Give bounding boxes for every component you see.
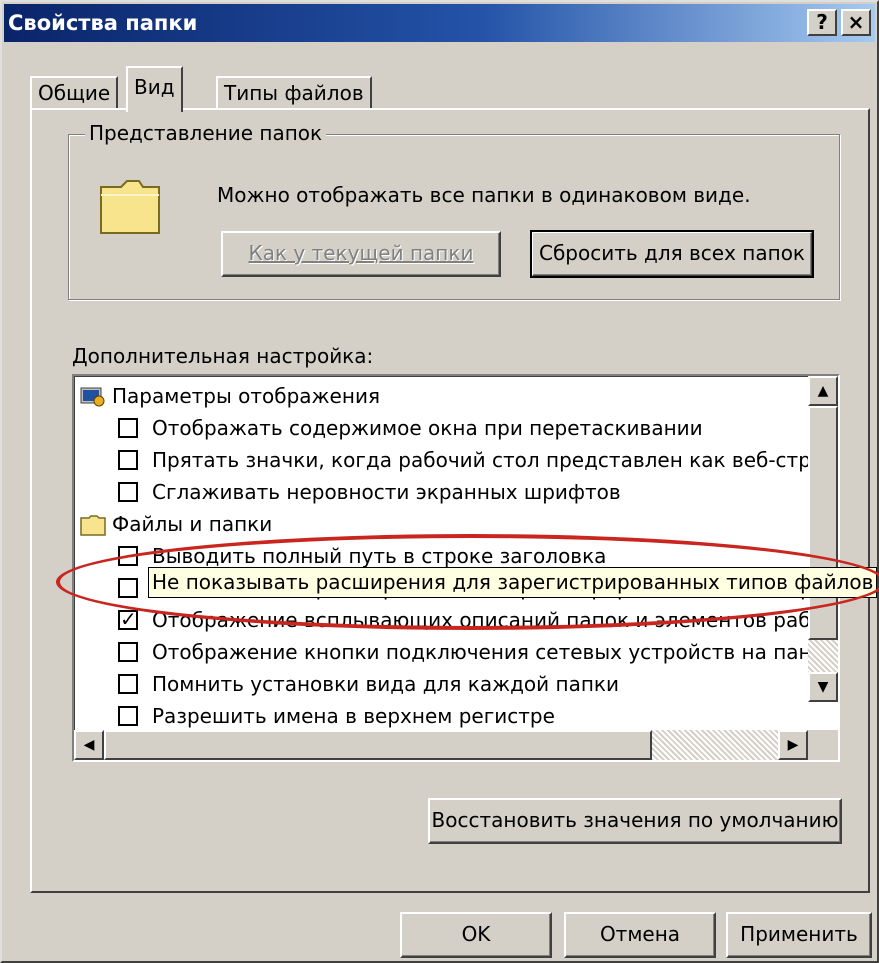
tree-option-label: Отображать содержимое окна при перетаски… (152, 416, 703, 440)
folder-icon (80, 513, 106, 536)
vertical-scrollbar[interactable]: ▲ ▼ (808, 376, 838, 702)
checkbox[interactable] (118, 418, 138, 438)
advanced-settings-label: Дополнительная настройка: (72, 344, 374, 368)
item-tooltip: Не показывать расширения для зарегистрир… (148, 567, 878, 598)
tree-option-label: Помнить установки вида для каждой папки (152, 672, 619, 696)
tab-file-types[interactable]: Типы файлов (216, 76, 372, 110)
checkbox[interactable] (118, 642, 138, 662)
ok-button[interactable]: OK (400, 912, 552, 958)
checkbox[interactable] (118, 450, 138, 470)
tree-category-label: Файлы и папки (112, 512, 273, 536)
display-settings-icon (80, 385, 106, 407)
ok-label: OK (461, 922, 491, 946)
horizontal-scrollbar[interactable]: ◀ ▶ (74, 730, 808, 760)
checkbox[interactable] (118, 674, 138, 694)
folder-options-dialog: Свойства папки ? × Общие Вид Типы файлов… (0, 0, 879, 963)
scroll-right-icon[interactable]: ▶ (778, 730, 808, 760)
like-current-folder-label: Как у текущей папки (248, 241, 474, 265)
checkbox-checked[interactable]: ✓ (118, 609, 138, 630)
checkbox[interactable] (118, 578, 138, 598)
window-title: Свойства папки (8, 11, 198, 35)
cancel-button[interactable]: Отмена (564, 912, 716, 958)
scroll-down-icon[interactable]: ▼ (808, 672, 838, 702)
folder-view-description: Можно отображать все папки в одинаковом … (217, 183, 751, 207)
folder-view-group: Представление папок Можно отображать все… (68, 121, 840, 300)
folder-view-group-label: Представление папок (85, 121, 327, 145)
apply-button[interactable]: Применить (726, 912, 872, 958)
reset-all-folders-button[interactable]: Сбросить для всех папок (530, 230, 814, 278)
tree-option-label: Сглаживать неровности экранных шрифтов (152, 480, 621, 504)
checkbox[interactable] (118, 482, 138, 502)
scroll-left-icon[interactable]: ◀ (74, 730, 104, 760)
tree-option-label: Отображение кнопки подключения сетевых у… (152, 640, 840, 664)
scrollbar-corner (808, 730, 838, 760)
like-current-folder-button[interactable]: Как у текущей папки (221, 231, 501, 277)
help-button[interactable]: ? (807, 9, 837, 36)
cancel-label: Отмена (599, 922, 681, 946)
tree-option-label: Отображение всплывающих описаний папок и… (152, 608, 823, 632)
tab-general[interactable]: Общие (30, 76, 119, 110)
tab-page-view: Представление папок Можно отображать все… (30, 108, 870, 893)
folder-icon (100, 180, 160, 234)
checkbox[interactable] (118, 706, 138, 726)
title-bar: Свойства папки ? × (4, 4, 875, 42)
apply-label: Применить (740, 922, 858, 946)
tree-option-label: Разрешить имена в верхнем регистре (152, 704, 555, 728)
scroll-up-icon[interactable]: ▲ (808, 376, 838, 406)
restore-defaults-label: Восстановить значения по умолчанию (431, 808, 839, 832)
tab-view[interactable]: Вид (126, 66, 183, 112)
vertical-scroll-thumb[interactable] (808, 406, 838, 640)
close-button[interactable]: × (841, 9, 871, 36)
tree-category-label: Параметры отображения (112, 384, 380, 408)
restore-defaults-button[interactable]: Восстановить значения по умолчанию (428, 798, 842, 844)
tree-option-label: Прятать значки, когда рабочий стол предс… (152, 448, 837, 472)
horizontal-scroll-thumb[interactable] (104, 730, 652, 760)
reset-all-folders-label: Сбросить для всех папок (538, 241, 806, 265)
checkbox[interactable] (118, 546, 138, 566)
